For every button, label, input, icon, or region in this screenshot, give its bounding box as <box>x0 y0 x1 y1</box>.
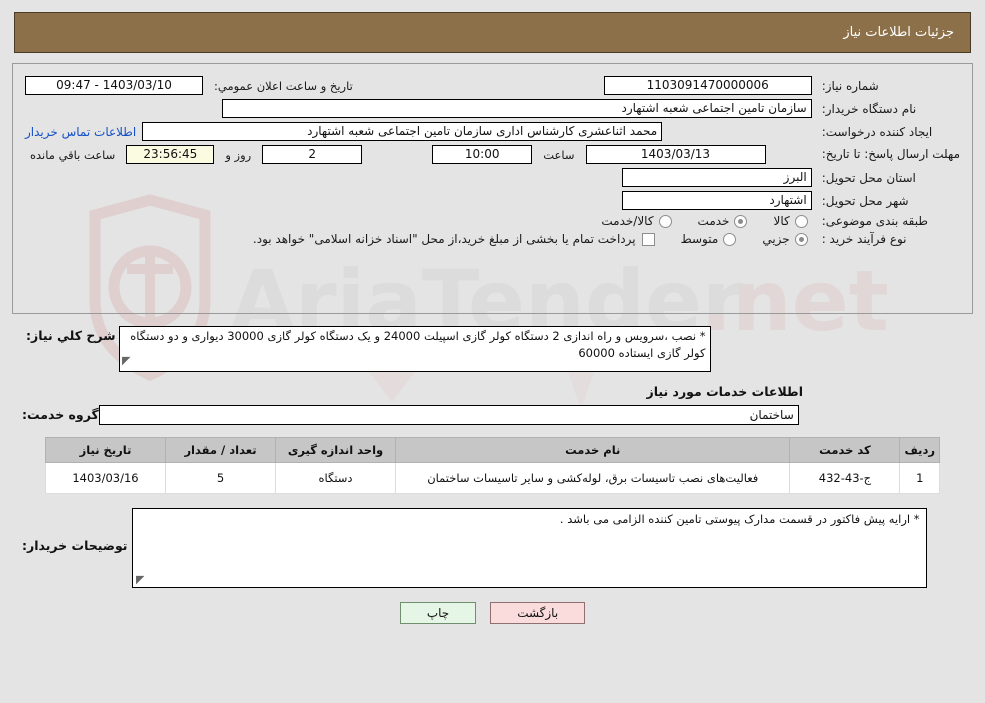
services-section-title: اطلاعات خدمات مورد نیاز <box>646 383 804 399</box>
back-button[interactable]: بازگشت <box>490 602 586 625</box>
table-header-row: ردیف کد خدمت نام خدمت واحد اندازه گیری ت… <box>45 436 940 463</box>
col-header-unit: واحد اندازه گیری <box>275 436 396 463</box>
cell-need-date: 1403/03/16 <box>45 461 166 495</box>
process-radio-minor[interactable]: جزیي <box>762 232 808 246</box>
creator-value[interactable]: محمد اثناعشری کارشناس اداری سازمان تامین… <box>142 122 663 141</box>
radio-circle-selected-icon <box>794 232 808 246</box>
form-row-buyer-org: نام دستگاه خریدار: سازمان تامین اجتماعی … <box>21 97 964 120</box>
form-row-deadline: مهلت ارسال پاسخ: تا تاریخ: 1403/03/13 سا… <box>21 143 964 166</box>
process-option-label-1: متوسط <box>680 232 719 246</box>
cell-quantity: 5 <box>165 461 276 495</box>
process-type-label: نوع فرآیند خرید : <box>821 232 907 246</box>
province-value[interactable]: البرز <box>621 168 812 187</box>
remaining-days-value[interactable]: 2 <box>262 145 363 164</box>
buyer-notes-text: * ارایه پیش فاکتور در قسمت مدارک پیوستی … <box>559 512 920 527</box>
service-group-label: گروه خدمت: <box>22 407 99 422</box>
panel-divider <box>12 313 973 314</box>
services-table: ردیف کد خدمت نام خدمت واحد اندازه گیری ت… <box>45 436 940 495</box>
city-label: شهر محل تحویل: <box>821 193 909 208</box>
need-details-panel: شماره نیاز: 1103091470000006 تاریخ و ساع… <box>12 63 973 313</box>
category-option-label-2: کالا/خدمت <box>601 214 654 228</box>
category-radio-goods-service[interactable]: کالا/خدمت <box>601 214 672 228</box>
buyer-org-label: نام دستگاه خریدار: <box>821 101 917 116</box>
col-header-quantity: تعداد / مقدار <box>165 436 276 463</box>
page-root: AriaTender .net جزئیات اطلاعات نیاز شمار… <box>0 0 985 703</box>
form-row-province: استان محل تحویل: البرز <box>21 166 964 189</box>
form-row-creator: ایجاد کننده درخواست: محمد اثناعشری کارشن… <box>21 120 964 143</box>
city-value[interactable]: اشتهارد <box>621 191 812 210</box>
cell-service-name: فعالیت‌های نصب تاسیسات برق، لوله‌کشی و س… <box>394 461 791 495</box>
checkbox-icon[interactable] <box>641 232 655 246</box>
col-header-row: ردیف <box>899 436 940 463</box>
general-description-text: * نصب ،سرویس و راه اندازی 2 دستگاه کولر … <box>130 329 706 361</box>
radio-circle-icon <box>658 214 672 228</box>
buyer-notes-label: توضیحات خریدار: <box>22 538 128 554</box>
form-row-need-number: شماره نیاز: 1103091470000006 تاریخ و ساع… <box>21 74 964 97</box>
service-group-value[interactable]: ساختمان <box>98 404 799 425</box>
resize-grip-icon[interactable]: ◥ <box>136 573 144 586</box>
general-description-box[interactable]: * نصب ،سرویس و راه اندازی 2 دستگاه کولر … <box>119 326 712 372</box>
public-announce-value[interactable]: 1403/03/10 - 09:47 <box>25 76 203 95</box>
buyer-contact-link[interactable]: اطلاعات تماس خریدار <box>25 125 136 139</box>
province-label: استان محل تحویل: <box>821 170 916 185</box>
form-row-category: طبقه بندی موضوعی: کالا خدمت کالا/خدمت <box>21 212 964 230</box>
buyer-org-value[interactable]: سازمان تامین اجتماعی شعبه اشتهارد <box>221 99 812 118</box>
creator-label: ایجاد کننده درخواست: <box>821 124 933 139</box>
print-button[interactable]: چاپ <box>399 602 477 625</box>
cell-row-index: 1 <box>899 461 940 495</box>
category-option-label-0: کالا <box>773 214 790 228</box>
category-label: طبقه بندی موضوعی: <box>821 214 928 228</box>
category-radio-goods[interactable]: کالا <box>773 214 808 228</box>
cell-service-code: ج-43-432 <box>789 461 901 495</box>
deadline-label: مهلت ارسال پاسخ: تا تاریخ: <box>821 147 960 161</box>
services-table-wrapper: ردیف کد خدمت نام خدمت واحد اندازه گیری ت… <box>45 436 940 495</box>
category-radio-service[interactable]: خدمت <box>698 214 748 228</box>
col-header-name: نام خدمت <box>394 436 791 463</box>
cell-unit: دستگاه <box>275 461 396 495</box>
deadline-hour-value[interactable]: 10:00 <box>432 145 533 164</box>
col-header-date: تاریخ نیاز <box>45 436 166 463</box>
footer-actions: بازگشت چاپ <box>0 602 985 625</box>
need-number-value[interactable]: 1103091470000006 <box>603 76 812 95</box>
page-title: جزئیات اطلاعات نیاز <box>843 25 954 40</box>
need-number-label: شماره نیاز: <box>821 78 879 93</box>
remaining-time-label: ساعت باقي مانده <box>30 147 116 162</box>
radio-circle-selected-icon <box>734 214 748 228</box>
form-row-process-type: نوع فرآیند خرید : جزیي متوسط پرداخت تمام… <box>21 230 964 248</box>
public-announce-label: تاریخ و ساعت اعلان عمومي: <box>214 78 353 93</box>
treasury-checkbox-label: پرداخت تمام یا بخشی از مبلغ خرید،از محل … <box>252 232 636 246</box>
col-header-code: کد خدمت <box>789 436 901 463</box>
countdown-timer: 23:56:45 <box>126 145 215 164</box>
resize-grip-icon[interactable]: ◥ <box>122 353 130 370</box>
deadline-hour-label: ساعت <box>543 147 575 162</box>
general-description-label: شرح کلي نیاز: <box>26 328 116 343</box>
general-description-row: * نصب ،سرویس و راه اندازی 2 دستگاه کولر … <box>12 322 973 374</box>
process-option-label-0: جزیي <box>762 232 790 246</box>
table-row: 1 ج-43-432 فعالیت‌های نصب تاسیسات برق، ل… <box>45 461 940 495</box>
service-group-row: ساختمان گروه خدمت: <box>12 404 973 425</box>
buyer-notes-box[interactable]: * ارایه پیش فاکتور در قسمت مدارک پیوستی … <box>131 508 927 589</box>
category-option-label-1: خدمت <box>697 214 730 228</box>
radio-circle-icon <box>794 214 808 228</box>
treasury-checkbox-item[interactable]: پرداخت تمام یا بخشی از مبلغ خرید،از محل … <box>253 232 655 246</box>
deadline-date-value[interactable]: 1403/03/13 <box>585 145 766 164</box>
form-row-city: شهر محل تحویل: اشتهارد <box>21 189 964 212</box>
radio-circle-icon <box>723 232 737 246</box>
page-header: جزئیات اطلاعات نیاز <box>14 12 971 53</box>
process-radio-medium[interactable]: متوسط <box>681 232 737 246</box>
buyer-notes-row: * ارایه پیش فاکتور در قسمت مدارک پیوستی … <box>12 508 973 589</box>
days-label: روز و <box>225 147 252 162</box>
need-details-form: شماره نیاز: 1103091470000006 تاریخ و ساع… <box>21 74 964 248</box>
